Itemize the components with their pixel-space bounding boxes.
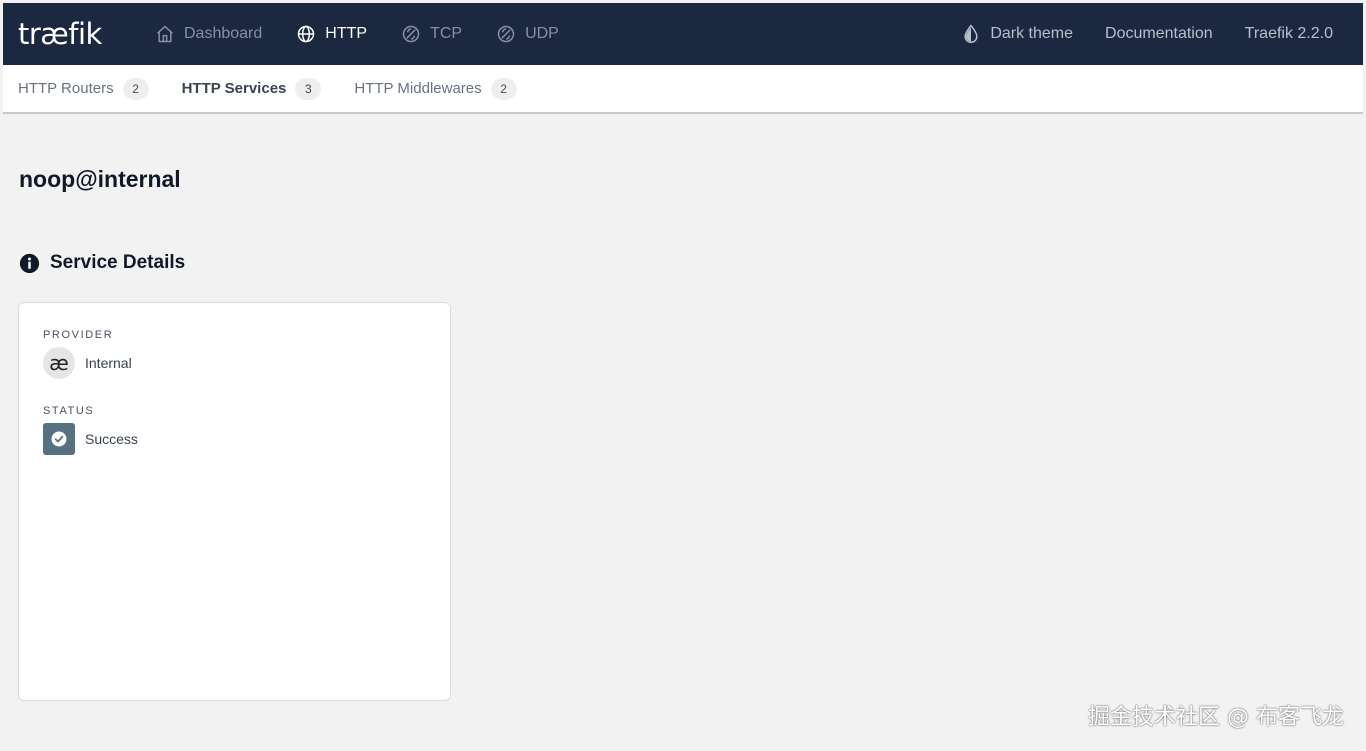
section-title: Service Details — [50, 252, 186, 273]
status-label: STATUS — [43, 405, 95, 417]
tab-http-services-count: 3 — [295, 77, 322, 100]
tcp-icon — [402, 25, 420, 43]
tab-http-routers-count: 2 — [122, 77, 149, 100]
top-navbar: træfik Dashboard HTTP TCP UDP Dark theme… — [3, 3, 1363, 65]
home-icon — [157, 25, 173, 43]
drop-icon — [964, 24, 978, 44]
info-icon — [19, 253, 40, 273]
tab-http-middlewares[interactable]: HTTP Middlewares 2 — [354, 64, 517, 113]
status-success-icon — [43, 423, 75, 455]
globe-icon — [298, 25, 315, 43]
dark-theme-label: Dark theme — [990, 25, 1074, 42]
nav-http-label: HTTP — [325, 25, 368, 42]
section-header: Service Details — [19, 252, 185, 274]
provider-value: Internal — [85, 355, 132, 371]
status-row: Success — [43, 423, 138, 455]
dark-theme-toggle[interactable]: Dark theme — [945, 3, 1089, 65]
tab-http-middlewares-label: HTTP Middlewares — [354, 80, 482, 97]
nav-udp[interactable]: UDP — [479, 3, 576, 65]
udp-icon — [497, 25, 515, 43]
subtabs: HTTP Routers 2 HTTP Services 3 HTTP Midd… — [3, 65, 1363, 114]
tab-http-middlewares-count: 2 — [490, 77, 517, 100]
nav-http[interactable]: HTTP — [279, 3, 384, 65]
page-title: noop@internal — [19, 166, 181, 192]
nav-dashboard-label: Dashboard — [184, 25, 263, 42]
main-nav: Dashboard HTTP TCP UDP — [138, 3, 576, 65]
provider-icon: æ — [43, 347, 75, 379]
tab-http-routers[interactable]: HTTP Routers 2 — [18, 64, 149, 113]
version-label[interactable]: Traefik 2.2.0 — [1229, 3, 1363, 65]
status-value: Success — [85, 431, 138, 447]
documentation-link[interactable]: Documentation — [1089, 3, 1229, 65]
nav-udp-label: UDP — [525, 25, 559, 42]
tab-http-routers-label: HTTP Routers — [18, 80, 114, 97]
nav-right: Dark theme Documentation Traefik 2.2.0 — [945, 3, 1363, 65]
provider-label: PROVIDER — [43, 329, 114, 341]
traefik-logo[interactable]: træfik — [18, 17, 126, 51]
service-details-card: PROVIDER æ Internal STATUS Success — [18, 302, 451, 701]
nav-tcp[interactable]: TCP — [384, 3, 479, 65]
watermark: 掘金技术社区 @ 布客飞龙 — [1088, 705, 1344, 730]
tab-http-services[interactable]: HTTP Services 3 — [182, 64, 322, 113]
nav-dashboard[interactable]: Dashboard — [138, 3, 279, 65]
nav-tcp-label: TCP — [430, 25, 463, 42]
tab-http-services-label: HTTP Services — [181, 80, 287, 97]
provider-row: æ Internal — [43, 347, 132, 379]
